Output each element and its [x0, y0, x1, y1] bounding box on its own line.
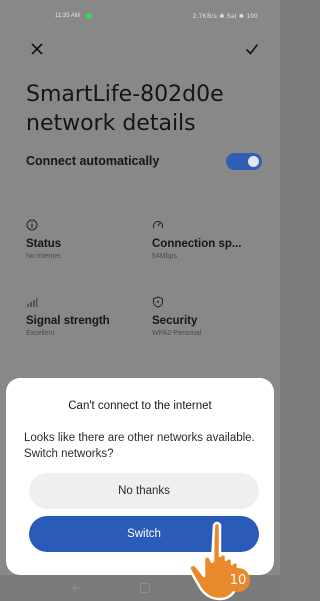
detail-title: Security	[152, 315, 198, 327]
shield-icon	[152, 296, 164, 308]
detail-value: No internet	[26, 253, 61, 260]
network-details-screen: 11:35 AM 2.7KB/s ✱ 5al ✱ 100 SmartLife-8…	[0, 0, 280, 601]
home-nav-icon[interactable]	[140, 583, 150, 593]
status-time: 11:35 AM	[55, 13, 80, 19]
detail-connection-speed: Connection sp... 54Mbps	[152, 219, 272, 260]
detail-value: 54Mbps	[152, 253, 177, 260]
speed-icon	[152, 219, 164, 231]
auto-connect-toggle[interactable]	[226, 153, 262, 170]
detail-status: Status No internet	[26, 219, 146, 260]
close-icon[interactable]	[26, 38, 48, 60]
signal-icon	[26, 296, 38, 308]
detail-value: WPA2-Personal	[152, 330, 202, 337]
step-badge: 10	[226, 568, 250, 592]
auto-connect-row[interactable]: Connect automatically	[26, 150, 262, 172]
detail-security: Security WPA2-Personal	[152, 296, 272, 337]
detail-title: Connection sp...	[152, 238, 242, 250]
detail-value: Excellent	[26, 330, 55, 337]
status-indicators: 2.7KB/s ✱ 5al ✱ 100	[192, 14, 258, 20]
recording-dot-icon	[86, 13, 92, 19]
page-title: SmartLife-802d0e network details	[26, 82, 224, 136]
info-icon	[26, 219, 38, 231]
detail-title: Signal strength	[26, 315, 110, 327]
dialog-message: Looks like there are other networks avai…	[24, 432, 255, 460]
back-nav-icon[interactable]	[72, 583, 82, 593]
dialog-title: Can't connect to the internet	[68, 400, 212, 412]
auto-connect-label: Connect automatically	[26, 154, 160, 168]
status-bar: 11:35 AM 2.7KB/s ✱ 5al ✱ 100	[0, 10, 280, 26]
toggle-knob	[248, 156, 259, 167]
detail-signal-strength: Signal strength Excellent	[26, 296, 146, 337]
detail-title: Status	[26, 238, 62, 250]
check-icon[interactable]	[241, 38, 263, 60]
no-thanks-button[interactable]: No thanks	[29, 473, 259, 509]
